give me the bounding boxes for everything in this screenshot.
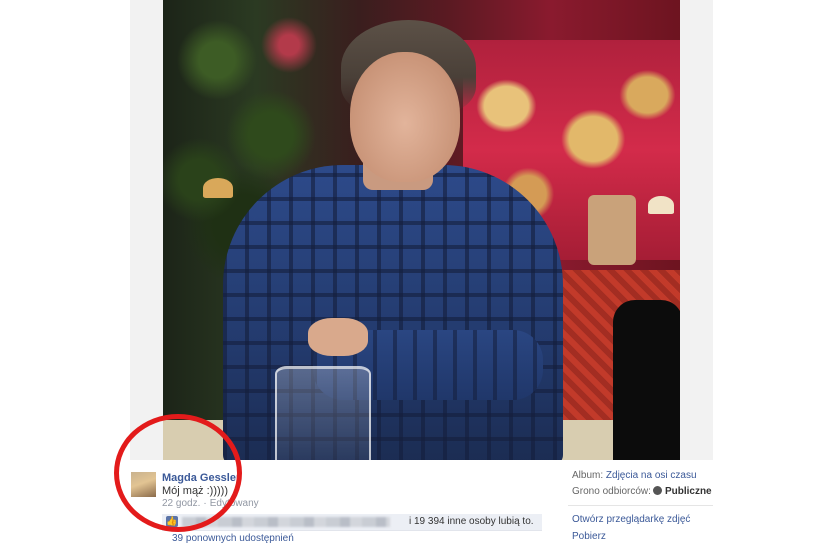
audience-value[interactable]: Publiczne [665,486,712,497]
globe-icon[interactable] [652,486,662,495]
sidebar-divider [568,505,713,506]
blurred-liker-names [182,517,390,527]
page-gutter-right [713,0,840,542]
photo-details: Album: Zdjęcia na osi czasu Grono odbior… [572,470,713,502]
photo-person-shirt [223,165,563,460]
post-meta: 22 godz. · Edytowany [162,498,259,509]
photo-actions: Otwórz przeglądarkę zdjęć Pobierz [572,514,690,548]
shares-link[interactable]: 39 ponownych udostępnień [172,533,294,544]
photo-person-hand [308,318,368,356]
open-photo-viewer-link[interactable]: Otwórz przeglądarkę zdjęć [572,514,690,531]
photo-chair [588,195,636,265]
audience-label: Grono odbiorców: [572,486,651,497]
photo-lamp [648,196,674,214]
meta-separator: · [203,498,207,509]
thumbs-up-icon: 👍 [166,516,178,527]
author-avatar[interactable] [131,472,156,497]
photo-lamp [203,178,233,198]
album-label: Album: [572,470,604,481]
download-link[interactable]: Pobierz [572,531,690,548]
photo-glass [275,366,371,460]
page-gutter-left [0,0,130,542]
album-row: Album: Zdjęcia na osi czasu [572,470,713,486]
post-photo[interactable] [163,0,680,460]
post-caption: Mój mąż :))))) [162,485,228,497]
photo-bottle [613,300,680,460]
likes-summary[interactable]: i 19 394 inne osoby lubią to. [409,516,534,527]
audience-row: Grono odbiorców: Publiczne [572,486,713,502]
post-timestamp[interactable]: 22 godz. [162,498,200,509]
likes-bar: 👍 i 19 394 inne osoby lubią to. [162,514,542,531]
photo-person-face [350,52,460,182]
album-link[interactable]: Zdjęcia na osi czasu [606,470,697,481]
edited-label[interactable]: Edytowany [210,498,259,509]
author-name-link[interactable]: Magda Gessler [162,472,240,484]
